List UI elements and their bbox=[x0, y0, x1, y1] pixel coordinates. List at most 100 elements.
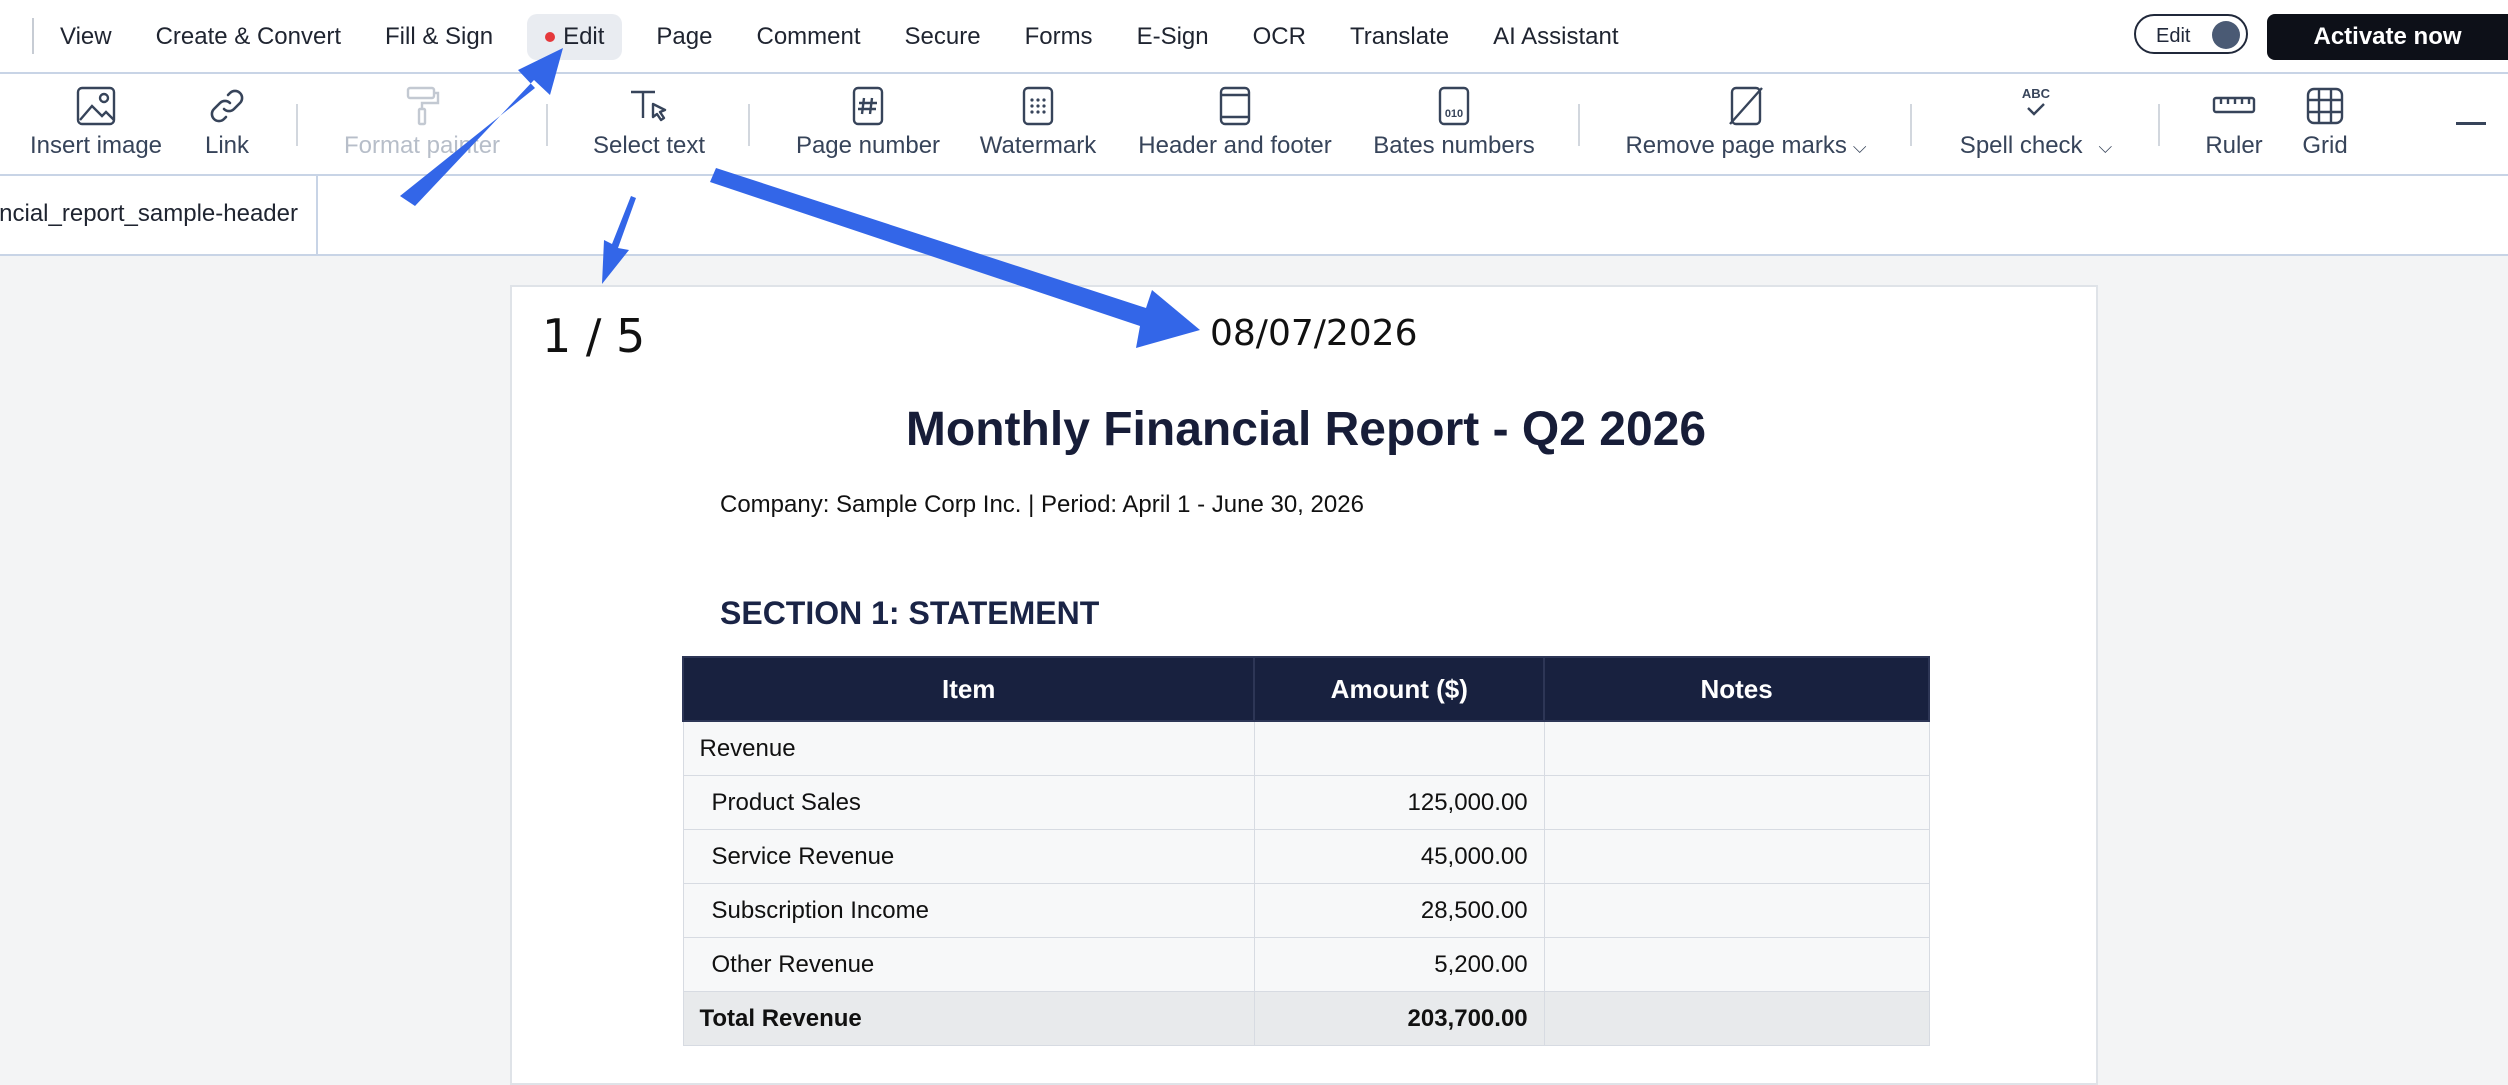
link-icon bbox=[205, 84, 249, 128]
link-label: Link bbox=[204, 132, 250, 159]
bates-numbers-button[interactable]: 010 Bates numbers bbox=[1370, 74, 1538, 174]
cell-item: Total Revenue bbox=[682, 991, 1255, 1046]
watermark-button[interactable]: Watermark bbox=[976, 74, 1100, 174]
header-footer-button[interactable]: Header and footer bbox=[1136, 74, 1334, 174]
cell-amount: 45,000.00 bbox=[1253, 829, 1545, 884]
cell-item: Revenue bbox=[682, 720, 1255, 776]
edit-mode-toggle[interactable]: Edit bbox=[2134, 14, 2248, 54]
spell-check-icon: ABC bbox=[2014, 84, 2058, 128]
ruler-label: Ruler bbox=[2205, 132, 2263, 159]
notification-dot bbox=[545, 32, 556, 42]
toolbar-separator bbox=[1910, 104, 1912, 146]
header-footer-icon bbox=[1213, 84, 1257, 128]
toggle-knob bbox=[2212, 21, 2240, 49]
watermark-label: Watermark bbox=[979, 132, 1097, 159]
table-header-row: Item Amount ($) Notes bbox=[681, 656, 1930, 722]
chevron-down-icon[interactable]: ⌵ bbox=[2099, 137, 2113, 157]
ruler-icon bbox=[2212, 84, 2256, 128]
remove-page-marks-icon bbox=[1724, 84, 1768, 128]
header-footer-label: Header and footer bbox=[1138, 132, 1332, 159]
chevron-down-icon[interactable]: ⌵ bbox=[1853, 137, 1867, 157]
table-row: Service Revenue 45,000.00 bbox=[682, 829, 1930, 884]
menu-item-page[interactable]: Page bbox=[634, 14, 734, 60]
cell-amount bbox=[1253, 720, 1545, 776]
financial-statement-table: Item Amount ($) Notes Revenue Product Sa… bbox=[681, 656, 1930, 1046]
spell-check-label: Spell check bbox=[1959, 132, 2083, 159]
cell-amount: 5,200.00 bbox=[1253, 937, 1545, 992]
cell-notes bbox=[1543, 883, 1930, 938]
menu-item-fill-sign[interactable]: Fill & Sign bbox=[363, 14, 515, 60]
table-row: Product Sales 125,000.00 bbox=[682, 775, 1930, 830]
select-text-button[interactable]: Select text bbox=[584, 74, 714, 174]
document-tab[interactable]: financial_report_sample-header bbox=[0, 176, 318, 254]
column-header-amount: Amount ($) bbox=[1253, 656, 1546, 722]
menu-item-comment[interactable]: Comment bbox=[734, 14, 882, 60]
cell-notes bbox=[1543, 775, 1930, 830]
column-header-notes: Notes bbox=[1543, 656, 1930, 722]
cell-item: Service Revenue bbox=[682, 829, 1255, 884]
grid-button[interactable]: Grid bbox=[2298, 74, 2352, 174]
page-number-icon bbox=[846, 84, 890, 128]
menu-item-ai-assistant[interactable]: AI Assistant bbox=[1471, 14, 1640, 60]
menu-separator bbox=[32, 18, 34, 54]
format-painter-button[interactable]: Format painter bbox=[336, 74, 508, 174]
edit-toolbar: Insert image Link Format painter Select … bbox=[0, 74, 2508, 176]
cell-item: Other Revenue bbox=[682, 937, 1255, 992]
insert-image-label: Insert image bbox=[29, 132, 163, 159]
activate-now-button[interactable]: Activate now bbox=[2267, 14, 2508, 60]
menu-item-edit[interactable]: Edit bbox=[527, 14, 623, 60]
table-row: Other Revenue 5,200.00 bbox=[682, 937, 1930, 992]
table-row-total: Total Revenue 203,700.00 bbox=[682, 991, 1930, 1046]
collapse-toolbar-icon[interactable] bbox=[2456, 122, 2486, 125]
ruler-button[interactable]: Ruler bbox=[2202, 74, 2266, 174]
page-number-label: Page number bbox=[795, 132, 941, 159]
watermark-icon bbox=[1016, 84, 1060, 128]
select-text-label: Select text bbox=[592, 132, 706, 159]
table-row: Revenue bbox=[682, 720, 1930, 776]
menu-item-create-convert[interactable]: Create & Convert bbox=[134, 14, 363, 60]
menu-item-secure[interactable]: Secure bbox=[883, 14, 1003, 60]
cell-item: Product Sales bbox=[682, 775, 1255, 830]
menu-items: View Create & Convert Fill & Sign Edit P… bbox=[38, 14, 1641, 60]
cell-amount: 203,700.00 bbox=[1253, 991, 1545, 1046]
menu-item-ocr[interactable]: OCR bbox=[1231, 14, 1328, 60]
page-indicator: 1 / 5 bbox=[542, 309, 646, 363]
page-number-button[interactable]: Page number bbox=[794, 74, 942, 174]
menu-item-edit-label: Edit bbox=[563, 23, 605, 50]
toolbar-separator bbox=[2158, 104, 2160, 146]
paint-roller-icon bbox=[400, 84, 444, 128]
insert-image-button[interactable]: Insert image bbox=[24, 74, 168, 174]
header-date: 08/07/2026 bbox=[1210, 313, 1418, 354]
document-page[interactable]: 1 / 5 08/07/2026 Monthly Financial Repor… bbox=[510, 285, 2098, 1085]
toolbar-separator bbox=[748, 104, 750, 146]
menu-bar: View Create & Convert Fill & Sign Edit P… bbox=[0, 0, 2508, 74]
image-icon bbox=[74, 84, 118, 128]
toolbar-separator bbox=[546, 104, 548, 146]
menu-item-translate[interactable]: Translate bbox=[1328, 14, 1471, 60]
select-text-icon bbox=[627, 84, 671, 128]
cell-notes bbox=[1543, 829, 1930, 884]
document-tab-strip: financial_report_sample-header bbox=[0, 176, 2508, 256]
remove-page-marks-button[interactable]: Remove page marks ⌵ bbox=[1622, 74, 1870, 174]
remove-page-marks-label-wrap: Remove page marks ⌵ bbox=[1625, 132, 1866, 160]
format-painter-label: Format painter bbox=[343, 132, 501, 159]
cell-notes bbox=[1543, 720, 1930, 776]
menu-item-forms[interactable]: Forms bbox=[1003, 14, 1115, 60]
spell-check-button[interactable]: ABC Spell check ⌵ bbox=[1954, 74, 2118, 174]
company-period-line: Company: Sample Corp Inc. | Period: Apri… bbox=[720, 491, 1364, 518]
menu-item-view[interactable]: View bbox=[38, 14, 134, 60]
cell-notes bbox=[1543, 991, 1930, 1046]
edit-toggle-label: Edit bbox=[2156, 25, 2191, 47]
report-title: Monthly Financial Report - Q2 2026 bbox=[905, 403, 1707, 456]
cell-item: Subscription Income bbox=[682, 883, 1255, 938]
document-tab-label: financial_report_sample-header bbox=[0, 200, 298, 227]
section-heading: SECTION 1: STATEMENT bbox=[720, 595, 1100, 631]
link-button[interactable]: Link bbox=[190, 74, 264, 174]
cell-notes bbox=[1543, 937, 1930, 992]
toolbar-separator bbox=[296, 104, 298, 146]
toolbar-separator bbox=[1578, 104, 1580, 146]
menu-item-esign[interactable]: E-Sign bbox=[1115, 14, 1231, 60]
spell-icon-text: ABC bbox=[2022, 86, 2051, 101]
spell-check-label-wrap: Spell check ⌵ bbox=[1960, 132, 2112, 160]
bates-numbers-icon: 010 bbox=[1432, 84, 1476, 128]
